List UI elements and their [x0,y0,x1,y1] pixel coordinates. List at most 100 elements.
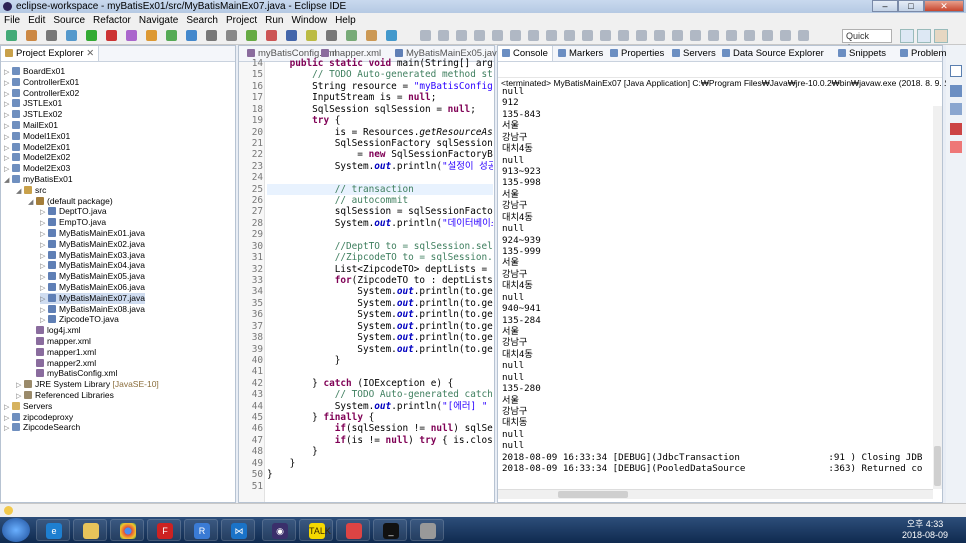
toolbar-icon[interactable] [286,30,297,41]
code-line[interactable]: sqlSession = sqlSessionFactory [267,206,493,217]
tab-snippets[interactable]: Snippets [834,46,890,61]
expand-toggle-icon[interactable]: ◢ [28,197,36,208]
toolbar-icon[interactable] [438,30,449,41]
toolbar-icon[interactable] [582,30,593,41]
filezilla-taskbar-button[interactable]: F [147,519,181,541]
code-line[interactable]: System.out.println(to.getD [267,321,493,332]
tree-item[interactable]: ▷ MyBatisMainEx07.java [40,292,145,304]
toolbar-icon[interactable] [46,30,57,41]
tree-item[interactable]: ▷ DeptTO.java [40,206,107,217]
menu-help[interactable]: Help [331,15,360,26]
code-line[interactable]: } catch (IOException e) { [267,378,493,389]
toolbar-icon[interactable] [326,30,337,41]
menu-navigate[interactable]: Navigate [135,15,182,26]
tree-item[interactable]: log4j.xml [28,325,81,336]
tree-item[interactable]: ▷ Servers [4,401,52,412]
code-line[interactable]: = new SqlSessionFactoryBui [267,149,493,160]
menu-refactor[interactable]: Refactor [89,15,135,26]
toolbar-icon[interactable] [492,30,503,41]
menu-window[interactable]: Window [287,15,331,26]
tree-item[interactable]: ▷ Model2Ex01 [4,142,70,153]
code-line[interactable]: } [267,355,493,366]
quick-access-input[interactable]: Quick Access [842,29,892,53]
toolbar-icon[interactable] [546,30,557,41]
tree-item[interactable]: ▷ JSTLEx01 [4,98,62,109]
toolbar-icon[interactable] [306,30,317,41]
toolbar-icon[interactable] [366,30,377,41]
toolbar-icon[interactable] [166,30,177,41]
toolbar-icon[interactable] [106,30,117,41]
tree-item[interactable]: ▷ MyBatisMainEx05.java [40,271,145,282]
toolbar-icon[interactable] [474,30,485,41]
tree-item[interactable]: ▷ MyBatisMainEx08.java [40,304,145,315]
explorer-taskbar-button[interactable] [73,519,107,541]
toolbar-icon[interactable] [246,30,257,41]
java-perspective-icon[interactable] [934,29,948,43]
toolbar-icon[interactable] [672,30,683,41]
code-line[interactable]: SqlSessionFactory sqlSessionFa [267,138,493,149]
tree-item[interactable]: ▷ MyBatisMainEx02.java [40,239,145,250]
code-line[interactable]: public static void main(String[] args) [267,58,493,69]
restore-icon[interactable] [950,65,962,77]
menu-search[interactable]: Search [182,15,222,26]
code-line[interactable]: // TODO Auto-generated catch b [267,389,493,400]
app-taskbar-button[interactable] [336,519,370,541]
code-line[interactable]: System.out.println(to.getR [267,332,493,343]
toolbar-icon[interactable] [744,30,755,41]
tree-item[interactable]: ▷ JRE System Library [JavaSE-10] [16,379,159,390]
close-button[interactable]: ✕ [924,0,964,12]
tree-item[interactable]: ▷ EmpTO.java [40,217,106,228]
code-line[interactable]: //DeptTO to = sqlSession.selec [267,241,493,252]
code-line[interactable]: System.out.println("[에러] " + [267,401,493,412]
code-line[interactable]: try { [267,115,493,126]
menu-file[interactable]: File [0,15,24,26]
toolbar-icon[interactable] [26,30,37,41]
code-line[interactable]: // autocommit [267,195,493,206]
toolbar-icon[interactable] [66,30,77,41]
outline-icon[interactable] [950,85,962,97]
tree-item[interactable]: ▷ Model2Ex03 [4,163,70,174]
code-line[interactable]: System.out.println("설정이 성공적으 [267,161,493,172]
chrome-taskbar-button[interactable] [110,519,144,541]
horizontal-scrollbar[interactable] [498,489,933,499]
tree-item[interactable]: ▷ MyBatisMainEx06.java [40,282,145,293]
toolbar-icon[interactable] [86,30,97,41]
toolbar-icon[interactable] [510,30,521,41]
code-line[interactable]: } [267,458,493,469]
expand-toggle-icon[interactable]: ◢ [16,186,24,197]
menu-project[interactable]: Project [222,15,261,26]
menu-source[interactable]: Source [49,15,89,26]
tab-project-explorer[interactable]: Project Explorer ✕ [1,46,100,61]
tree-item[interactable]: ▷ BoardEx01 [4,66,65,77]
tree-item[interactable]: mapper.xml [28,336,91,347]
debug-icon[interactable] [950,141,962,153]
toolbar-icon[interactable] [726,30,737,41]
code-line[interactable] [267,172,493,183]
toolbar-icon[interactable] [708,30,719,41]
tree-item[interactable]: ▷ zipcodeproxy [4,412,73,423]
code-line[interactable]: is = Resources.getResourceAsSt [267,127,493,138]
toolbar-icon[interactable] [654,30,665,41]
toolbar-icon[interactable] [564,30,575,41]
toolbar-icon[interactable] [636,30,647,41]
tree-item[interactable]: ▷ ControllerEx02 [4,88,79,99]
code-line[interactable]: if(sqlSession != null) sqlSess [267,423,493,434]
tree-item[interactable]: ▷ ControllerEx01 [4,77,79,88]
tab-data-source-explorer[interactable]: Data Source Explorer [718,46,828,61]
junit-icon[interactable] [950,123,962,135]
tree-item[interactable]: ◢ src [16,185,46,196]
java-ee-perspective-icon[interactable] [917,29,931,43]
code-line[interactable]: } [267,469,493,480]
toolbar-icon[interactable] [146,30,157,41]
tree-item[interactable]: ▷ MyBatisMainEx03.java [40,250,145,261]
expand-toggle-icon[interactable]: ◢ [4,175,12,186]
code-line[interactable]: } [267,446,493,457]
code-line[interactable]: String resource = "myBatisConfig.x [267,81,493,92]
tree-item[interactable]: ▷ JSTLEx02 [4,109,62,120]
code-line[interactable]: //ZipcodeTO to = sqlSession.se [267,252,493,263]
code-line[interactable]: // transaction [267,183,493,195]
tab-console[interactable]: Console [498,46,553,61]
tab-markers[interactable]: Markers [554,46,607,61]
code-line[interactable]: for(ZipcodeTO to : deptLists) [267,275,493,286]
code-line[interactable] [267,481,493,492]
